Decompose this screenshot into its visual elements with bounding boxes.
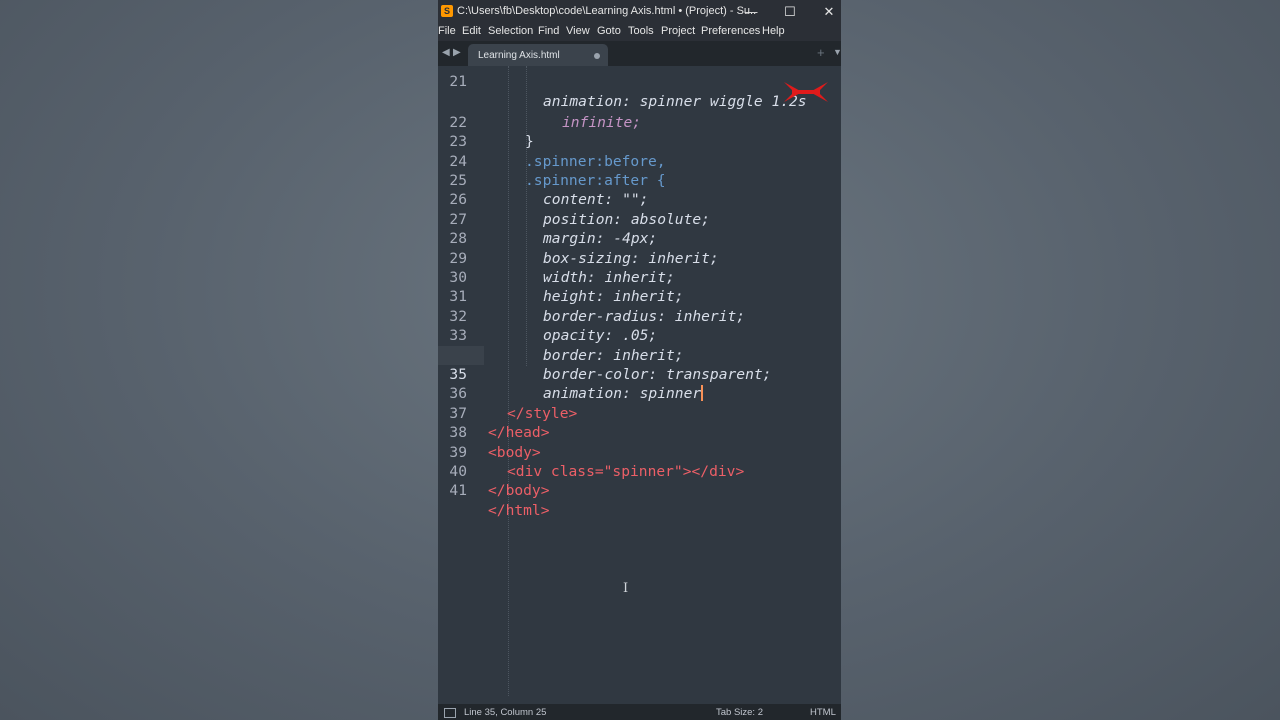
cursor-position: Line 35, Column 25 bbox=[464, 707, 547, 718]
tab-label: Learning Axis.html bbox=[478, 50, 560, 61]
code-line-35-current: 35 animation: spinner bbox=[438, 346, 841, 402]
code-text: </html> bbox=[488, 501, 550, 519]
sublime-app-icon: S bbox=[441, 5, 453, 17]
code-line-37: 37 </head> bbox=[438, 384, 841, 441]
code-line-36: 36 </style> bbox=[438, 365, 841, 421]
code-line-27: 27 margin: -4px; bbox=[438, 190, 841, 247]
code-line-31: 31 border-radius: inherit; bbox=[438, 268, 841, 324]
code-line-41: 41 </html> bbox=[438, 462, 841, 518]
line-number: 41 bbox=[449, 482, 467, 500]
code-line-32: 32 opacity: .05; bbox=[438, 287, 841, 344]
menu-find[interactable]: Find bbox=[538, 25, 559, 37]
code-line-38: 38 <body> bbox=[438, 404, 841, 460]
tab-learning-axis-html[interactable]: Learning Axis.html bbox=[468, 44, 608, 66]
tab-size[interactable]: Tab Size: 2 bbox=[716, 707, 763, 718]
menu-help[interactable]: Help bbox=[762, 25, 785, 37]
menu-goto[interactable]: Goto bbox=[597, 25, 621, 37]
code-line-23: 23 .spinner:before, bbox=[438, 113, 841, 169]
menu-bar: File Edit Selection Find View Goto Tools… bbox=[438, 23, 841, 41]
code-text: </body> bbox=[488, 482, 550, 500]
i-beam-cursor-icon: I bbox=[623, 581, 629, 596]
menu-file[interactable]: File bbox=[438, 25, 456, 37]
sublime-text-window: S C:\Users\fb\Desktop\code\Learning Axis… bbox=[438, 0, 841, 720]
tab-bar: ◀ ▶ Learning Axis.html + ▼ bbox=[438, 41, 841, 66]
learning-axis-logo-icon bbox=[784, 82, 828, 102]
menu-tools[interactable]: Tools bbox=[628, 25, 654, 37]
panel-toggle-icon[interactable] bbox=[444, 708, 456, 718]
new-tab-plus-icon[interactable]: + bbox=[817, 45, 825, 60]
title-bar[interactable]: S C:\Users\fb\Desktop\code\Learning Axis… bbox=[438, 0, 841, 23]
maximize-button[interactable]: ☐ bbox=[775, 2, 805, 21]
menu-project[interactable]: Project bbox=[661, 25, 695, 37]
menu-edit[interactable]: Edit bbox=[462, 25, 481, 37]
tab-dropdown-icon[interactable]: ▼ bbox=[833, 47, 841, 57]
code-line-34: 34 border-color: transparent; bbox=[438, 326, 841, 383]
syntax-mode[interactable]: HTML bbox=[810, 707, 836, 718]
code-line-33: 33 border: inherit; bbox=[438, 307, 841, 363]
menu-selection[interactable]: Selection bbox=[488, 25, 533, 37]
menu-view[interactable]: View bbox=[566, 25, 590, 37]
minimize-button[interactable]: — bbox=[736, 2, 766, 21]
code-line-24: 24 .spinner:after { bbox=[438, 132, 841, 189]
window-title: C:\Users\fb\Desktop\code\Learning Axis.h… bbox=[457, 5, 757, 17]
code-line-29: 29 width: inherit; bbox=[438, 229, 841, 286]
forward-arrow-icon[interactable]: ▶ bbox=[453, 47, 461, 58]
code-line-26: 26 position: absolute; bbox=[438, 171, 841, 227]
code-line-39: 39 <div class="spinner"></div> bbox=[438, 423, 841, 480]
menu-preferences[interactable]: Preferences bbox=[701, 25, 760, 37]
code-line-25: 25 content: ""; bbox=[438, 152, 841, 208]
close-button[interactable]: ✕ bbox=[814, 2, 841, 21]
back-arrow-icon[interactable]: ◀ bbox=[442, 47, 450, 58]
code-line-40: 40 </body> bbox=[438, 443, 841, 499]
unsaved-dot-icon[interactable] bbox=[594, 53, 600, 59]
code-editor[interactable]: 21 animation: spinner wiggle 1.2s infini… bbox=[438, 66, 841, 704]
code-line-partial: 21 animation: spinner wiggle 1.2s bbox=[449, 73, 807, 110]
code-line-28: 28 box-sizing: inherit; bbox=[438, 210, 841, 266]
status-bar: Line 35, Column 25 Tab Size: 2 HTML bbox=[438, 704, 841, 720]
code-line-30: 30 height: inherit; bbox=[438, 249, 841, 305]
